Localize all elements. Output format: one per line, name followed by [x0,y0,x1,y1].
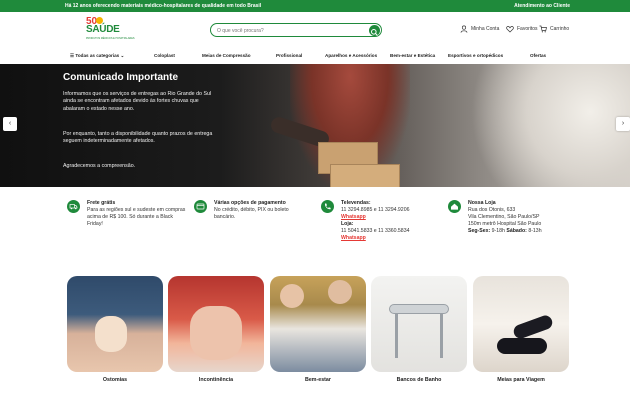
announcement-text: Há 12 anos oferecendo materiais médico-h… [65,3,262,9]
couple-image [280,284,304,308]
search-icon [371,29,378,36]
info-phones: Televendas: 11 3294.8985 e 11 3294.9206 … [321,200,436,242]
nav-sports-orthopedic[interactable]: Esportivos e ortopédicos [448,53,503,58]
store-address-line: 150m metrô Hospital São Paulo [468,221,542,227]
category-label-incontinencia[interactable]: Incontinência [168,377,264,384]
category-card-incontinencia[interactable] [168,276,264,372]
store-hours: Seg-Sex: 9-18h Sábado: 8-13h [468,228,568,235]
user-icon [460,25,468,33]
logo-name: SAÚDE [86,24,120,35]
category-label-bem-estar[interactable]: Bem-estar [270,377,366,384]
nav-compression-stockings[interactable]: Meias de Compressão [202,53,251,58]
home-icon [448,200,461,213]
info-title: Frete grátis [87,200,116,206]
credit-card-icon [194,200,207,213]
hours-label: Sábado: [506,228,527,234]
carousel-next-button[interactable]: › [616,117,630,131]
truck-icon [67,200,80,213]
phone-numbers-sales: 11 3294.8985 e 11 3294.9206 [341,207,410,213]
site-logo[interactable]: 50 SAÚDE PRODUTOS MÉDICOS E HOSPITALARES [82,16,135,46]
hero-title: Comunicado Importante [63,72,179,83]
top-announcement-bar: Há 12 anos oferecendo materiais médico-h… [0,0,630,12]
info-title: Nossa Loja [468,200,496,206]
cart-label: Carrinho [550,26,570,32]
hero-paragraph-2: Por enquanto, tanto a disponibilidade qu… [63,131,213,145]
info-text: Para as regiões sul e sudeste em compras… [87,207,186,227]
hero-paragraph-3: Agradecemos a compreensão. [63,163,136,169]
info-store: Nossa Loja Rua dos Otonis, 633 Vila Clem… [448,200,568,235]
search-input[interactable] [217,26,357,35]
store-address-line: Vila Clementino, São Paulo/SP [468,214,540,220]
nav-coloplast[interactable]: Coloplast [154,53,175,58]
cart-icon [539,25,547,33]
info-title: Várias opções de pagamento [214,200,286,206]
info-text: No crédito, débito, PIX ou boleto bancár… [214,207,289,220]
hero-paragraph-1: Informamos que os serviços de entregas a… [63,91,212,112]
category-label-bancos-de-banho[interactable]: Bancos de Banho [371,377,467,384]
whatsapp-link-store[interactable]: Whatsapp [341,235,436,242]
package-image [330,164,400,187]
nav-offers[interactable]: Ofertas [530,53,546,58]
logo-tagline: PRODUTOS MÉDICOS E HOSPITALARES [86,37,135,40]
favorites-link[interactable]: Favoritos [506,25,538,33]
my-account-link[interactable]: Minha Conta [460,25,499,33]
carousel-prev-button[interactable]: ‹ [3,117,17,131]
store-address-line: Rua dos Otonis, 633 [468,207,516,213]
cart-link[interactable]: Carrinho [539,25,569,33]
store-phone-label: Loja: [341,221,354,227]
favorites-label: Favoritos [517,26,538,32]
info-payment: Várias opções de pagamento No crédito, d… [194,200,309,221]
compression-sock-image [511,313,555,341]
category-card-meias-para-viagem[interactable] [473,276,569,372]
hours-label: Seg-Sex: [468,228,491,234]
nav-devices-accessories[interactable]: Aparelhos e Acessórios [325,53,377,58]
heart-icon [506,26,514,33]
ostomy-pouch-image [95,316,127,352]
whatsapp-link-sales[interactable]: Whatsapp [341,214,436,221]
phone-icon [321,200,334,213]
info-title: Televendas: [341,200,371,206]
category-card-bem-estar[interactable] [270,276,366,372]
info-free-shipping: Frete grátis Para as regiões sul e sudes… [67,200,187,228]
category-label-meias-para-viagem[interactable]: Meias para Viagem [496,377,546,384]
hands-image [190,306,242,360]
hours-value: 8-13h [528,228,542,234]
category-card-bancos-de-banho[interactable] [371,276,467,372]
category-card-ostomias[interactable] [67,276,163,372]
nav-professional[interactable]: Profissional [276,53,302,58]
nav-all-categories[interactable]: ☰ Todas as categorias ⌄ [70,53,124,59]
category-nav: ☰ Todas as categorias ⌄ Coloplast Meias … [0,50,630,62]
phone-numbers-store: 11 5041.5833 e 11 3360.5834 [341,228,410,234]
hours-value: 9-18h [491,228,505,234]
category-label-ostomias[interactable]: Ostomias [67,377,163,384]
my-account-label: Minha Conta [471,26,500,32]
customer-service-link[interactable]: Atendimento ao Cliente [514,3,570,9]
search-button[interactable] [369,25,380,36]
bath-stool-image [389,304,449,314]
search-bar [210,23,382,37]
nav-wellness-aesthetics[interactable]: Bem-estar e Estética [390,53,435,58]
logo-dot-icon [96,17,103,24]
